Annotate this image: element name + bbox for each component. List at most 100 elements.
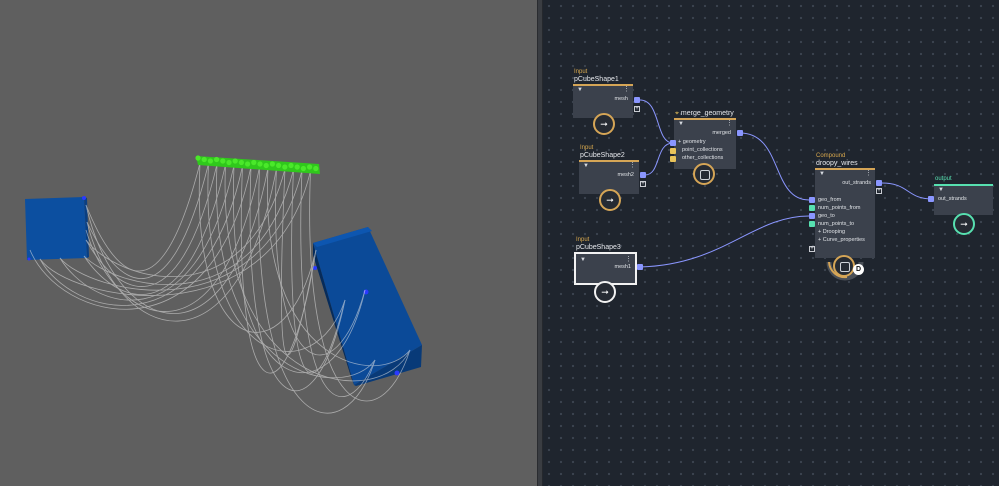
source-point	[300, 165, 306, 172]
wire-mesh1-to-geo-to	[639, 215, 810, 268]
port-label: num_points_from	[818, 205, 861, 211]
source-point	[207, 158, 213, 164]
source-point	[232, 158, 238, 164]
node-title: pCubeShape1	[574, 76, 619, 83]
node-output[interactable]: ▼ out_strands	[934, 184, 993, 215]
strand-curve	[85, 164, 218, 287]
input-port-geo-from[interactable]	[809, 197, 815, 203]
node-droopy-wires-cube-icon[interactable]	[833, 255, 855, 277]
port-label: out_strands	[842, 180, 871, 186]
output-port-merged[interactable]	[737, 130, 743, 136]
source-point	[195, 155, 201, 161]
source-point	[238, 159, 244, 166]
node-menu-icon[interactable]: ⋮	[865, 170, 872, 177]
source-point	[220, 158, 226, 164]
input-port-num-points-to[interactable]	[809, 221, 815, 227]
collapse-arrow-icon[interactable]: ▼	[577, 87, 583, 93]
node-output-arrow-icon[interactable]: ➞	[953, 213, 975, 235]
node-title: pCubeShape2	[580, 152, 625, 159]
node-graph-editor[interactable]: Input pCubeShape1 ▼ ⋮ mesh + ➞ Input pCu…	[543, 0, 999, 486]
collapse-arrow-icon[interactable]: ▼	[583, 163, 589, 169]
node-category-label: Compound	[816, 153, 846, 159]
port-label: merged	[712, 130, 731, 136]
port-label: mesh1	[614, 264, 631, 270]
input-port-geometry[interactable]	[670, 140, 676, 146]
port-label: other_collections	[682, 155, 724, 161]
node-droopy-wires[interactable]: ▼ ⋮ out_strands geo_from num_points_from…	[815, 168, 875, 258]
input-port-other-collections[interactable]	[670, 156, 676, 162]
graph-wires	[639, 99, 933, 268]
output-port-mesh1[interactable]	[637, 264, 643, 270]
collapse-arrow-icon[interactable]: ▼	[819, 171, 825, 177]
collapse-arrow-icon[interactable]: ▼	[938, 187, 944, 193]
strand-curve	[86, 163, 209, 279]
node-pcubeshape3-arrow-icon[interactable]: ➞	[594, 281, 616, 303]
source-point	[288, 162, 294, 169]
wire-mesh-to-geometry	[639, 99, 674, 144]
strand-curve	[59, 170, 303, 291]
port-label: num_points_to	[818, 221, 855, 227]
node-menu-icon[interactable]: ⋮	[625, 256, 632, 263]
node-title: pCubeShape3	[576, 244, 621, 251]
compound-badge: D	[853, 264, 864, 275]
source-point	[276, 162, 282, 169]
collapse-arrow-icon[interactable]: ▼	[678, 121, 684, 127]
input-port-point-collections[interactable]	[670, 148, 676, 154]
collapse-arrow-icon[interactable]: ▼	[580, 257, 586, 263]
add-port-icon[interactable]: +	[634, 106, 640, 112]
node-menu-icon[interactable]: ⋮	[726, 120, 733, 127]
wire-out-strands-to-output	[881, 182, 933, 200]
source-point	[307, 164, 313, 170]
node-merge-geometry[interactable]: ▼ ⋮ merged + geometry point_collections …	[674, 118, 736, 169]
input-port-geo-to[interactable]	[809, 213, 815, 219]
add-port-icon[interactable]: +	[809, 246, 815, 252]
port-label: + geometry	[678, 139, 706, 145]
node-pcubeshape2-arrow-icon[interactable]: ➞	[599, 189, 621, 211]
output-port-mesh[interactable]	[634, 97, 640, 103]
source-point	[245, 161, 251, 167]
source-point	[226, 159, 232, 166]
node-category-label: output	[935, 176, 952, 182]
wire-mesh2-to-geometry	[644, 142, 674, 176]
source-point	[313, 165, 319, 172]
node-title: droopy_wires	[816, 160, 858, 167]
node-menu-icon[interactable]: ⋮	[629, 162, 636, 169]
wire-merged-to-geo-from	[739, 132, 810, 201]
output-port-out-strands[interactable]	[876, 180, 882, 186]
node-pcubeshape1-arrow-icon[interactable]: ➞	[593, 113, 615, 135]
node-menu-icon[interactable]: ⋮	[623, 86, 630, 93]
source-point	[269, 161, 275, 167]
port-label: geo_to	[818, 213, 835, 219]
node-header-bar	[934, 184, 993, 186]
group-curve-properties[interactable]: + Curve_properties	[818, 237, 865, 243]
input-port-out-strands[interactable]	[928, 196, 934, 202]
cube-left[interactable]	[25, 196, 89, 261]
node-pcubeshape3[interactable]: ▼ ⋮ mesh1	[574, 252, 637, 285]
source-point	[251, 159, 257, 166]
port-label: point_collections	[682, 147, 723, 153]
port-label: out_strands	[938, 196, 967, 202]
port-label: mesh	[614, 96, 628, 102]
add-port-icon[interactable]: +	[876, 188, 882, 194]
viewport-3d[interactable]	[0, 0, 537, 486]
node-category-label: Input	[574, 69, 588, 75]
source-point	[282, 164, 288, 170]
output-port-mesh2[interactable]	[640, 172, 646, 178]
green-source-points[interactable]	[195, 155, 320, 174]
strand-curve	[85, 167, 269, 314]
port-label: geo_from	[818, 197, 842, 203]
source-point	[214, 156, 220, 163]
add-port-icon[interactable]: +	[640, 181, 646, 187]
input-port-num-points-from[interactable]	[809, 205, 815, 211]
node-merge-geometry-cube-icon[interactable]	[693, 163, 715, 185]
node-title: ⌖ merge_geometry	[675, 110, 734, 117]
group-drooping[interactable]: + Drooping	[818, 229, 845, 235]
source-point	[263, 162, 269, 169]
source-point	[201, 156, 207, 163]
port-label: mesh2	[617, 172, 634, 178]
node-category-label: Input	[576, 237, 590, 243]
node-category-label: Input	[580, 145, 594, 151]
source-point	[257, 161, 263, 167]
strand-curve	[85, 168, 286, 277]
viewport-scene	[25, 155, 422, 414]
